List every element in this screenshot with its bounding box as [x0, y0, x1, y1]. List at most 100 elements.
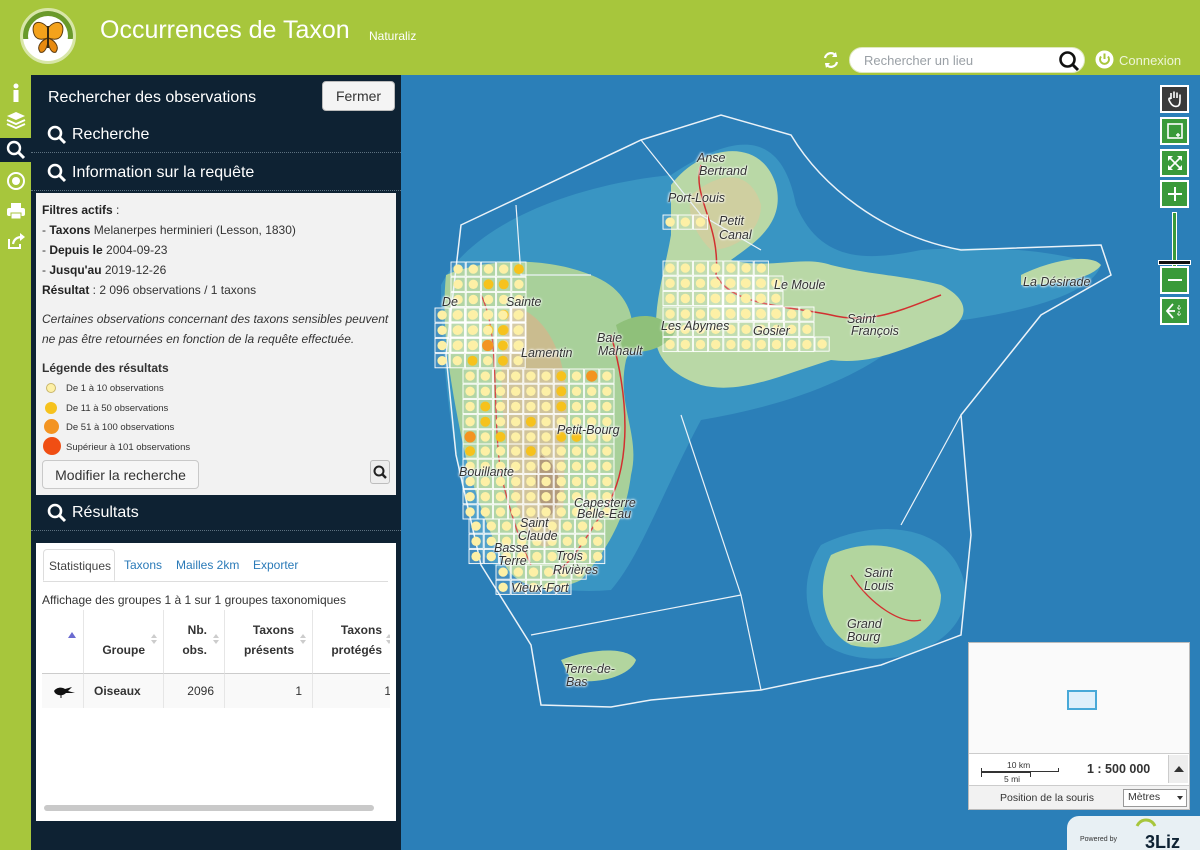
observation-marker[interactable]: [586, 370, 598, 382]
observation-marker[interactable]: [571, 461, 582, 471]
observation-marker[interactable]: [498, 279, 509, 290]
observation-marker[interactable]: [452, 310, 462, 320]
observation-marker[interactable]: [541, 476, 551, 487]
zoom-extent-button[interactable]: [1160, 149, 1189, 177]
observation-marker[interactable]: [541, 461, 551, 471]
observation-marker[interactable]: [497, 325, 508, 336]
observation-marker[interactable]: [480, 432, 490, 442]
observation-marker[interactable]: [541, 492, 551, 502]
observation-marker[interactable]: [680, 278, 690, 288]
observation-marker[interactable]: [526, 401, 536, 412]
tab-export[interactable]: Exporter: [253, 549, 298, 581]
observation-marker[interactable]: [495, 401, 506, 412]
overview-extent-box[interactable]: [1067, 690, 1097, 710]
observation-marker[interactable]: [528, 567, 539, 577]
observation-marker[interactable]: [541, 386, 551, 396]
observation-marker[interactable]: [587, 461, 597, 471]
observation-marker[interactable]: [465, 507, 475, 517]
observation-marker[interactable]: [571, 476, 582, 487]
observation-marker[interactable]: [710, 293, 720, 303]
share-icon[interactable]: [3, 229, 28, 253]
observation-marker[interactable]: [480, 492, 490, 502]
observation-marker[interactable]: [480, 386, 490, 396]
observation-marker[interactable]: [465, 417, 475, 427]
observation-marker[interactable]: [556, 446, 566, 456]
observation-marker[interactable]: [513, 325, 523, 335]
observation-marker[interactable]: [498, 310, 508, 320]
history-back-button[interactable]: [1160, 297, 1189, 325]
observation-marker[interactable]: [495, 492, 506, 502]
tab-statistics[interactable]: Statistiques: [43, 549, 115, 581]
observation-marker[interactable]: [498, 567, 508, 577]
observation-marker[interactable]: [482, 339, 494, 352]
observation-marker[interactable]: [695, 278, 706, 288]
observation-marker[interactable]: [480, 416, 491, 427]
observation-marker[interactable]: [665, 339, 675, 350]
observation-marker[interactable]: [740, 293, 751, 303]
observation-marker[interactable]: [756, 308, 766, 319]
observation-marker[interactable]: [665, 217, 675, 227]
observation-marker[interactable]: [511, 446, 521, 456]
locate-icon[interactable]: [3, 169, 28, 193]
section-search-header[interactable]: Recherche: [31, 117, 401, 153]
observation-marker[interactable]: [556, 401, 567, 412]
observation-marker[interactable]: [467, 325, 478, 335]
observation-marker[interactable]: [741, 324, 751, 334]
observation-marker[interactable]: [756, 278, 766, 288]
observation-marker[interactable]: [593, 536, 603, 546]
search-observations-icon[interactable]: [0, 138, 31, 162]
observation-marker[interactable]: [465, 446, 476, 457]
observation-marker[interactable]: [680, 217, 690, 227]
observation-marker[interactable]: [501, 521, 512, 531]
observation-marker[interactable]: [725, 293, 735, 303]
layers-icon[interactable]: [3, 108, 28, 132]
section-results-header[interactable]: Résultats: [31, 495, 401, 531]
observation-marker[interactable]: [480, 446, 490, 456]
observation-marker[interactable]: [756, 263, 766, 273]
observation-marker[interactable]: [577, 536, 588, 546]
observation-marker[interactable]: [562, 521, 572, 531]
observation-marker[interactable]: [756, 339, 766, 350]
observation-marker[interactable]: [471, 536, 481, 546]
observation-marker[interactable]: [740, 278, 751, 288]
observation-marker[interactable]: [587, 386, 597, 396]
observation-marker[interactable]: [511, 417, 521, 427]
observation-marker[interactable]: [541, 432, 551, 442]
observation-marker[interactable]: [541, 417, 551, 427]
observation-marker[interactable]: [471, 551, 481, 562]
observation-marker[interactable]: [556, 386, 567, 397]
observation-marker[interactable]: [465, 401, 475, 412]
observation-marker[interactable]: [771, 293, 781, 303]
observation-marker[interactable]: [541, 401, 551, 412]
info-icon[interactable]: [3, 81, 28, 105]
observation-marker[interactable]: [665, 309, 675, 319]
observation-marker[interactable]: [465, 371, 475, 381]
observation-marker[interactable]: [602, 386, 612, 396]
observation-marker[interactable]: [711, 339, 721, 350]
observation-marker[interactable]: [486, 521, 496, 531]
observation-marker[interactable]: [802, 309, 812, 319]
powered-by-badge[interactable]: Powered by 3Liz: [1067, 816, 1200, 850]
observation-marker[interactable]: [771, 339, 782, 350]
observation-marker[interactable]: [511, 492, 521, 502]
observation-marker[interactable]: [467, 340, 478, 351]
observation-marker[interactable]: [511, 507, 521, 517]
observation-marker[interactable]: [437, 340, 447, 351]
observation-marker[interactable]: [726, 339, 736, 350]
observation-marker[interactable]: [787, 309, 797, 319]
print-icon[interactable]: [3, 199, 28, 223]
observation-marker[interactable]: [725, 308, 735, 319]
observation-marker[interactable]: [571, 386, 582, 396]
tab-taxa[interactable]: Taxons: [124, 549, 162, 581]
observation-marker[interactable]: [468, 294, 478, 305]
observation-marker[interactable]: [511, 386, 521, 396]
observation-marker[interactable]: [483, 264, 494, 274]
observation-marker[interactable]: [602, 371, 612, 381]
observation-marker[interactable]: [526, 386, 536, 396]
observation-marker[interactable]: [741, 339, 751, 350]
observation-marker[interactable]: [513, 264, 524, 275]
observation-marker[interactable]: [495, 371, 506, 381]
observation-marker[interactable]: [602, 476, 612, 487]
observation-marker[interactable]: [695, 217, 706, 227]
search-icon[interactable]: [1058, 50, 1080, 72]
